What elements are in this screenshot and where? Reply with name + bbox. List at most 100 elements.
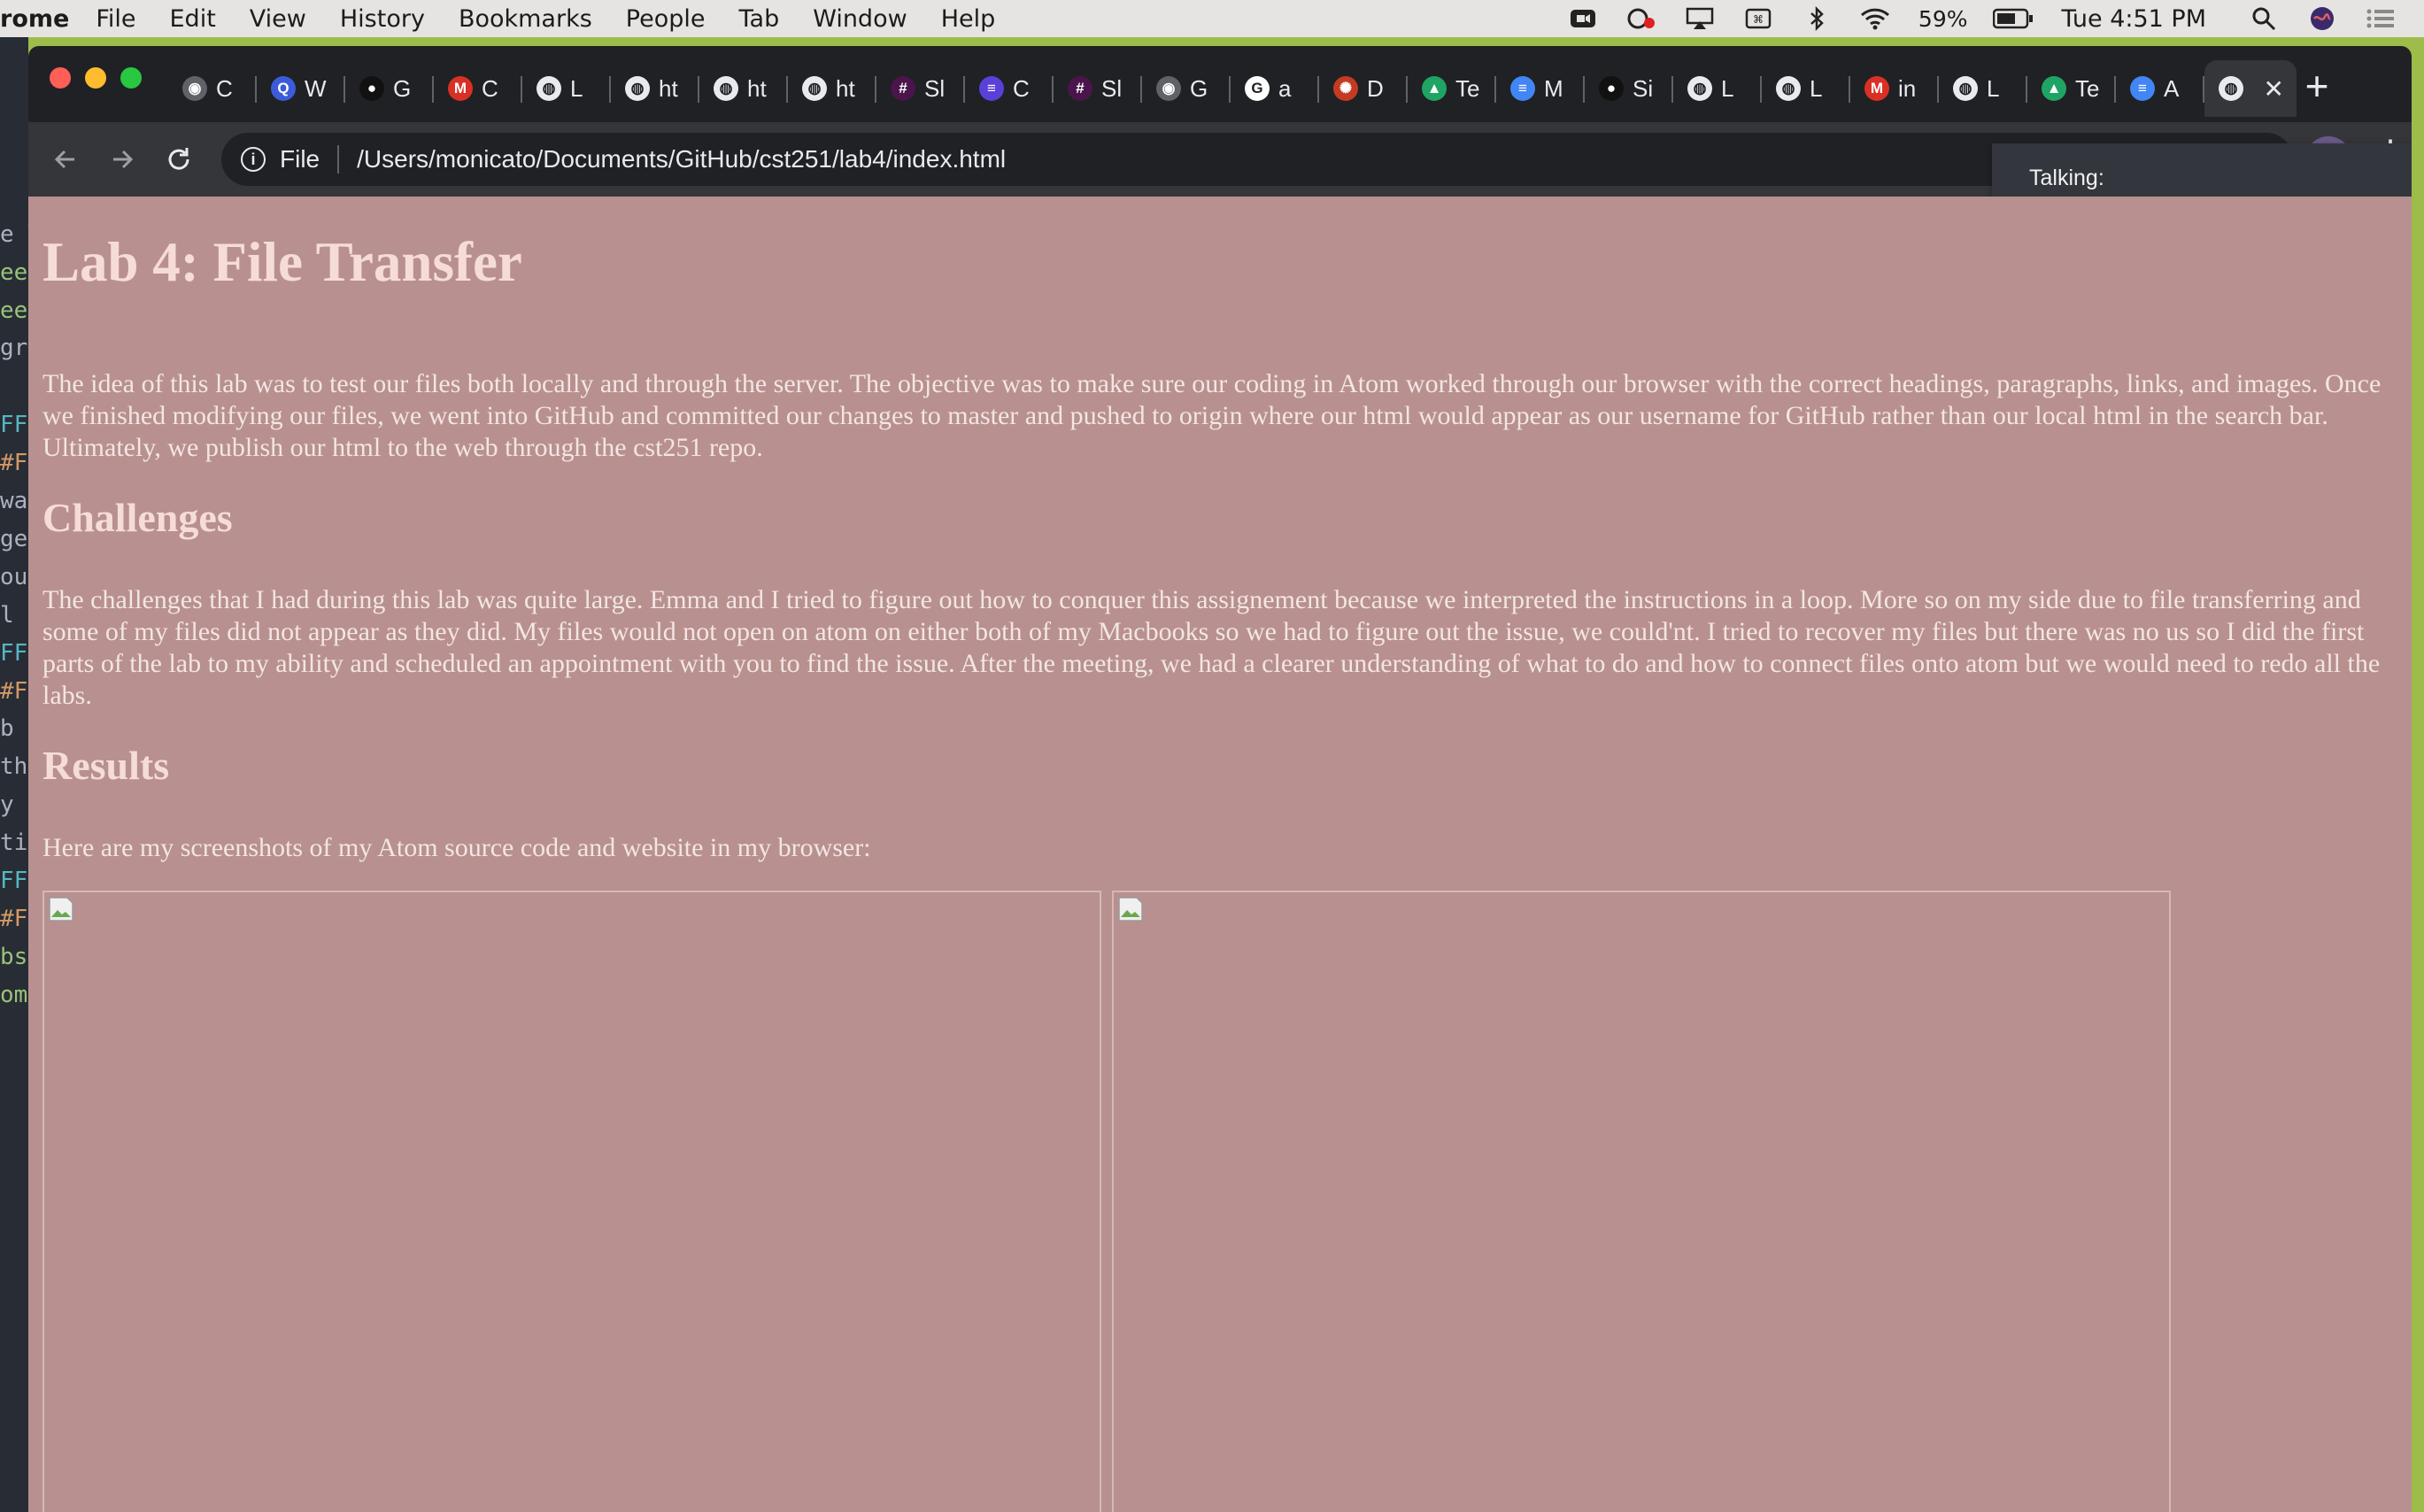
tab[interactable]: ≡ M (1496, 60, 1585, 117)
tab[interactable]: ◍ L (1762, 60, 1850, 117)
tab[interactable]: # Sl (876, 60, 965, 117)
tab[interactable]: ◍ ✕ (2204, 60, 2297, 117)
creative-cloud-icon[interactable] (1626, 6, 1656, 31)
tab-label: L (1810, 74, 1823, 102)
gmail-icon: M (1864, 76, 1889, 101)
zoom-icon[interactable] (1568, 6, 1598, 31)
tab[interactable]: ◉ G (1142, 60, 1231, 117)
tab[interactable]: ≡ A (2116, 60, 2204, 117)
tab[interactable]: Ga (1231, 60, 1319, 117)
tab[interactable]: MC (434, 60, 522, 117)
status-tray: ⌘ 59% Tue 4:51 PM (1568, 0, 2424, 37)
tab[interactable]: ▲ Te (1408, 60, 1496, 117)
tab-label: C (482, 74, 498, 102)
clock[interactable]: Tue 4:51 PM (2062, 5, 2207, 33)
editor-line: om (0, 982, 28, 1008)
tab-label: ht (659, 74, 678, 102)
tab[interactable]: ◍ ht (699, 60, 788, 117)
tab-label: L (1987, 74, 2000, 102)
editor-line: e T (0, 221, 28, 248)
tab[interactable]: ◍ L (1939, 60, 2027, 117)
tab-label: G (1190, 74, 1208, 102)
tab[interactable]: ● G (345, 60, 434, 117)
menu-window[interactable]: Window (813, 5, 907, 33)
tab[interactable]: ▲ Te (2027, 60, 2116, 117)
url-text[interactable]: /Users/monicato/Documents/GitHub/cst251/… (357, 145, 1006, 174)
tab[interactable]: ◍ L (522, 60, 611, 117)
menu-edit[interactable]: Edit (170, 5, 216, 33)
siri-icon[interactable] (2307, 6, 2337, 31)
info-icon[interactable]: i (241, 147, 266, 172)
menu-history[interactable]: History (340, 5, 425, 33)
editor-line: y (0, 791, 14, 818)
menu-tab[interactable]: Tab (739, 5, 780, 33)
menu-bookmarks[interactable]: Bookmarks (459, 5, 592, 33)
tab-label: in (1898, 74, 1917, 102)
tab[interactable]: ◍ ht (788, 60, 876, 117)
github-icon: ● (1599, 76, 1624, 101)
browser-window: ◉ C Q W ● G M C ◍ L ◍ ht ◍ ht ◍ ht # Sl ≡ C # Sl ◉ G Ga ✺ D ▲ Te ≡ M ● S… (28, 46, 2412, 1512)
globe-icon: ◍ (1953, 76, 1978, 101)
results-heading: Results (42, 743, 170, 788)
tab[interactable]: ● Si (1585, 60, 1673, 117)
gmail-icon: M (448, 76, 473, 101)
keyboard-icon[interactable]: ⌘ (1743, 6, 1773, 31)
close-window-button[interactable] (50, 67, 71, 89)
site-icon: ◉ (1156, 76, 1181, 101)
back-button[interactable] (44, 138, 87, 181)
spotlight-search-icon[interactable] (2249, 6, 2279, 31)
csusb-icon: ✺ (1333, 76, 1358, 101)
tab[interactable]: QW (257, 60, 345, 117)
google-icon: G (1245, 76, 1270, 101)
menu-view[interactable]: View (250, 5, 306, 33)
tab-label: Si (1633, 74, 1654, 102)
minimize-window-button[interactable] (85, 67, 106, 89)
editor-line: ou (0, 564, 28, 590)
slack-icon: # (891, 76, 915, 101)
reload-button[interactable] (158, 138, 200, 181)
tab[interactable]: ◍ L (1673, 60, 1762, 117)
editor-line: ge (0, 526, 28, 552)
macos-menu-bar: rome File Edit View History Bookmarks Pe… (0, 0, 2424, 37)
editor-line: l (0, 602, 14, 629)
tab-label: L (1721, 74, 1734, 102)
slack-icon: # (1068, 76, 1092, 101)
close-tab-icon[interactable]: ✕ (2264, 74, 2284, 104)
tab[interactable]: ✺ D (1319, 60, 1408, 117)
editor-line: #F (0, 450, 28, 476)
new-tab-button[interactable]: + (2295, 66, 2339, 110)
tab[interactable]: Min (1850, 60, 1939, 117)
bluetooth-icon[interactable] (1802, 6, 1832, 31)
app-menu[interactable]: rome (0, 5, 69, 33)
notification-center-icon[interactable] (2366, 6, 2396, 31)
forward-button[interactable] (101, 138, 143, 181)
background-editor-window: e T ee ee gr FF #F wa ge ou l FF #F b th y ti FF #F bs o… (0, 37, 28, 1512)
tab-label: A (2164, 74, 2180, 102)
docs-icon: ≡ (1510, 76, 1535, 101)
tab-label: W (305, 74, 327, 102)
battery-icon[interactable] (1992, 6, 2034, 31)
menu-people[interactable]: People (626, 5, 706, 33)
address-bar[interactable]: i File /Users/monicato/Documents/GitHub/… (221, 133, 2293, 186)
tab-label: Sl (1101, 74, 1123, 102)
zoom-window-button[interactable] (120, 67, 142, 89)
tab[interactable]: ◉ C (168, 60, 257, 117)
tab[interactable]: ◍ ht (611, 60, 699, 117)
page-content: Lab 4: File Transfer The idea of this la… (28, 197, 2412, 1512)
tab[interactable]: ≡ C (965, 60, 1054, 117)
challenges-paragraph: The challenges that I had during this la… (42, 585, 2381, 710)
tab[interactable]: # Sl (1054, 60, 1142, 117)
github-icon: ● (359, 76, 384, 101)
tab-label: D (1367, 74, 1384, 102)
airplay-icon[interactable] (1685, 6, 1715, 31)
wifi-icon[interactable] (1860, 6, 1890, 31)
editor-line: th (0, 753, 28, 780)
tab-label: ht (836, 74, 855, 102)
tab-label: C (1013, 74, 1030, 102)
menu-help[interactable]: Help (941, 5, 996, 33)
globe-icon: ◍ (1687, 76, 1712, 101)
drive-icon: ▲ (2042, 76, 2066, 101)
menu-file[interactable]: File (96, 5, 135, 33)
intro-paragraph: The idea of this lab was to test our fil… (42, 369, 2382, 462)
battery-percent: 59% (1918, 5, 1968, 32)
